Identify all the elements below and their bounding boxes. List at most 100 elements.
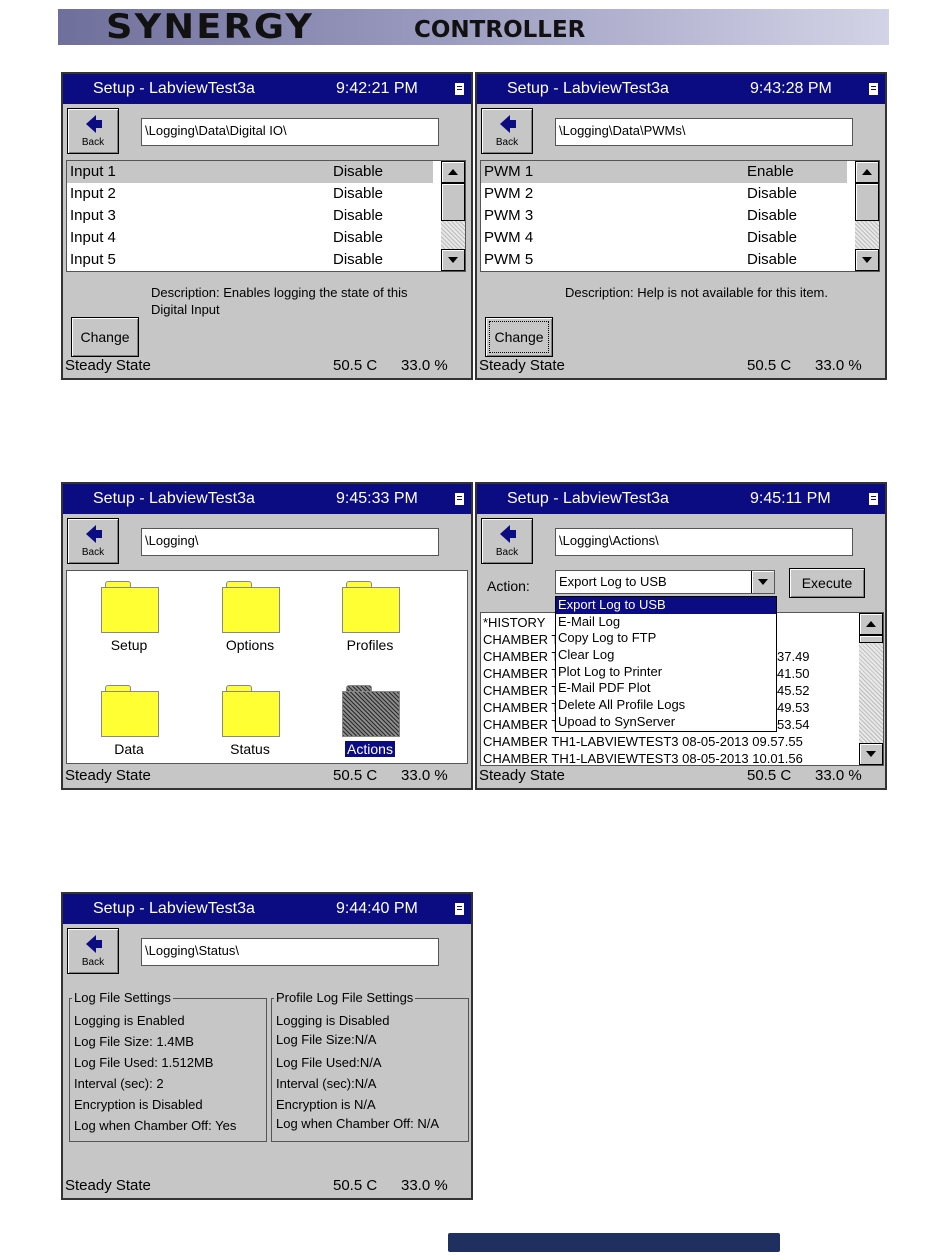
chevron-down-icon[interactable] — [751, 571, 774, 593]
setting-line: Log File Used: 1.512MB — [74, 1055, 214, 1070]
dropdown-option[interactable]: Upoad to SynServer — [556, 714, 776, 731]
folder-icon — [101, 581, 159, 633]
item-name: PWM 3 — [484, 207, 534, 224]
item-value: Disable — [333, 163, 384, 180]
screen-digital-io: Setup - LabviewTest3a 9:42:21 PM Back \L… — [61, 72, 473, 380]
path-field[interactable]: \Logging\ — [141, 528, 439, 556]
folder-options[interactable]: Options — [200, 571, 300, 661]
folder-icon — [342, 581, 400, 633]
temperature-text: 50.5 C — [333, 1177, 378, 1194]
vertical-scrollbar[interactable] — [441, 161, 465, 271]
setting-line: Encryption is N/A — [276, 1097, 376, 1112]
window-title: Setup - LabviewTest3a — [507, 80, 669, 97]
clock: 9:42:21 PM — [336, 80, 418, 97]
scroll-thumb[interactable] — [855, 183, 879, 221]
folder-label: Data — [114, 741, 144, 757]
scroll-up-icon[interactable] — [859, 613, 883, 635]
path-field[interactable]: \Logging\Data\PWMs\ — [555, 118, 853, 146]
back-button[interactable]: Back — [481, 108, 533, 154]
folder-icon — [101, 685, 159, 737]
path-field[interactable]: \Logging\Actions\ — [555, 528, 853, 556]
scroll-up-icon[interactable] — [441, 161, 465, 183]
dropdown-option[interactable]: Plot Log to Printer — [556, 664, 776, 681]
log-line: CHAMBER T — [483, 632, 560, 647]
list-item[interactable]: PWM 2 Disable — [481, 183, 847, 205]
scroll-thumb[interactable] — [859, 635, 883, 643]
dropdown-option[interactable]: Delete All Profile Logs — [556, 697, 776, 714]
menu-icon[interactable] — [455, 903, 464, 915]
folder-actions[interactable]: Actions — [320, 675, 420, 765]
screen-logging-status: Setup - LabviewTest3a 9:44:40 PM Back \L… — [61, 892, 473, 1200]
menu-icon[interactable] — [869, 83, 878, 95]
dropdown-option[interactable]: Export Log to USB — [556, 597, 776, 614]
back-button[interactable]: Back — [481, 518, 533, 564]
menu-icon[interactable] — [869, 493, 878, 505]
folder-view: Setup Options Profiles Data Status Actio… — [66, 570, 468, 764]
dropdown-option[interactable]: Copy Log to FTP — [556, 630, 776, 647]
screen-actions: Setup - LabviewTest3a 9:45:11 PM Back \L… — [475, 482, 887, 790]
description-line-1: Description: Enables logging the state o… — [151, 285, 408, 300]
clock: 9:44:40 PM — [336, 900, 418, 917]
list-item[interactable]: PWM 1 Enable — [481, 161, 847, 183]
change-button[interactable]: Change — [485, 317, 553, 357]
action-select[interactable]: Export Log to USB — [555, 570, 775, 594]
scroll-down-icon[interactable] — [855, 249, 879, 271]
folder-icon — [222, 685, 280, 737]
back-arrow-icon — [500, 115, 516, 133]
item-value: Disable — [747, 229, 798, 246]
temperature-text: 50.5 C — [747, 767, 792, 784]
group-title: Profile Log File Settings — [274, 990, 416, 1005]
status-bar: Steady State 50.5 C 33.0 % — [477, 764, 885, 788]
page-footer-bar — [448, 1233, 780, 1252]
scroll-down-icon[interactable] — [859, 743, 883, 765]
status-bar: Steady State 50.5 C 33.0 % — [477, 354, 885, 378]
brand-logo-text: SYNERGY — [106, 9, 315, 45]
description-line-2: Digital Input — [151, 302, 220, 317]
item-value: Disable — [333, 207, 384, 224]
folder-status[interactable]: Status — [200, 675, 300, 765]
back-label: Back — [495, 137, 519, 148]
path-field[interactable]: \Logging\Status\ — [141, 938, 439, 966]
state-text: Steady State — [65, 767, 151, 784]
scroll-up-icon[interactable] — [855, 161, 879, 183]
back-label: Back — [81, 547, 105, 558]
vertical-scrollbar[interactable] — [859, 613, 883, 765]
dropdown-option[interactable]: E-Mail Log — [556, 614, 776, 631]
folder-setup[interactable]: Setup — [79, 571, 179, 661]
scroll-thumb[interactable] — [441, 183, 465, 221]
folder-icon — [342, 685, 400, 737]
list-item[interactable]: Input 4 Disable — [67, 227, 433, 249]
back-button[interactable]: Back — [67, 928, 119, 974]
log-line: CHAMBER T — [483, 700, 560, 715]
list-item[interactable]: Input 3 Disable — [67, 205, 433, 227]
list-item[interactable]: PWM 5 Disable — [481, 249, 847, 271]
folder-label: Options — [225, 637, 275, 653]
folder-data[interactable]: Data — [79, 675, 179, 765]
menu-icon[interactable] — [455, 493, 464, 505]
status-bar: Steady State 50.5 C 33.0 % — [63, 764, 471, 788]
item-value: Disable — [333, 185, 384, 202]
path-field[interactable]: \Logging\Data\Digital IO\ — [141, 118, 439, 146]
back-button[interactable]: Back — [67, 108, 119, 154]
title-bar: Setup - LabviewTest3a 9:45:11 PM — [477, 484, 885, 514]
scroll-down-icon[interactable] — [441, 249, 465, 271]
list-item[interactable]: Input 5 Disable — [67, 249, 433, 271]
list-item[interactable]: Input 2 Disable — [67, 183, 433, 205]
log-line: CHAMBER TH1-LABVIEWTEST3 08-05-2013 09.5… — [483, 734, 803, 749]
setting-line: Log File Size:N/A — [276, 1032, 377, 1047]
list-item[interactable]: Input 1 Disable — [67, 161, 433, 183]
list-item[interactable]: PWM 3 Disable — [481, 205, 847, 227]
change-button[interactable]: Change — [71, 317, 139, 357]
vertical-scrollbar[interactable] — [855, 161, 879, 271]
dropdown-option[interactable]: E-Mail PDF Plot — [556, 680, 776, 697]
setting-line: Log when Chamber Off: Yes — [74, 1118, 237, 1133]
execute-button[interactable]: Execute — [789, 568, 865, 598]
list-item[interactable]: PWM 4 Disable — [481, 227, 847, 249]
window-title: Setup - LabviewTest3a — [93, 490, 255, 507]
folder-profiles[interactable]: Profiles — [320, 571, 420, 661]
log-line: *HISTORY — [483, 615, 546, 630]
humidity-text: 33.0 % — [401, 357, 448, 374]
dropdown-option[interactable]: Clear Log — [556, 647, 776, 664]
menu-icon[interactable] — [455, 83, 464, 95]
back-button[interactable]: Back — [67, 518, 119, 564]
